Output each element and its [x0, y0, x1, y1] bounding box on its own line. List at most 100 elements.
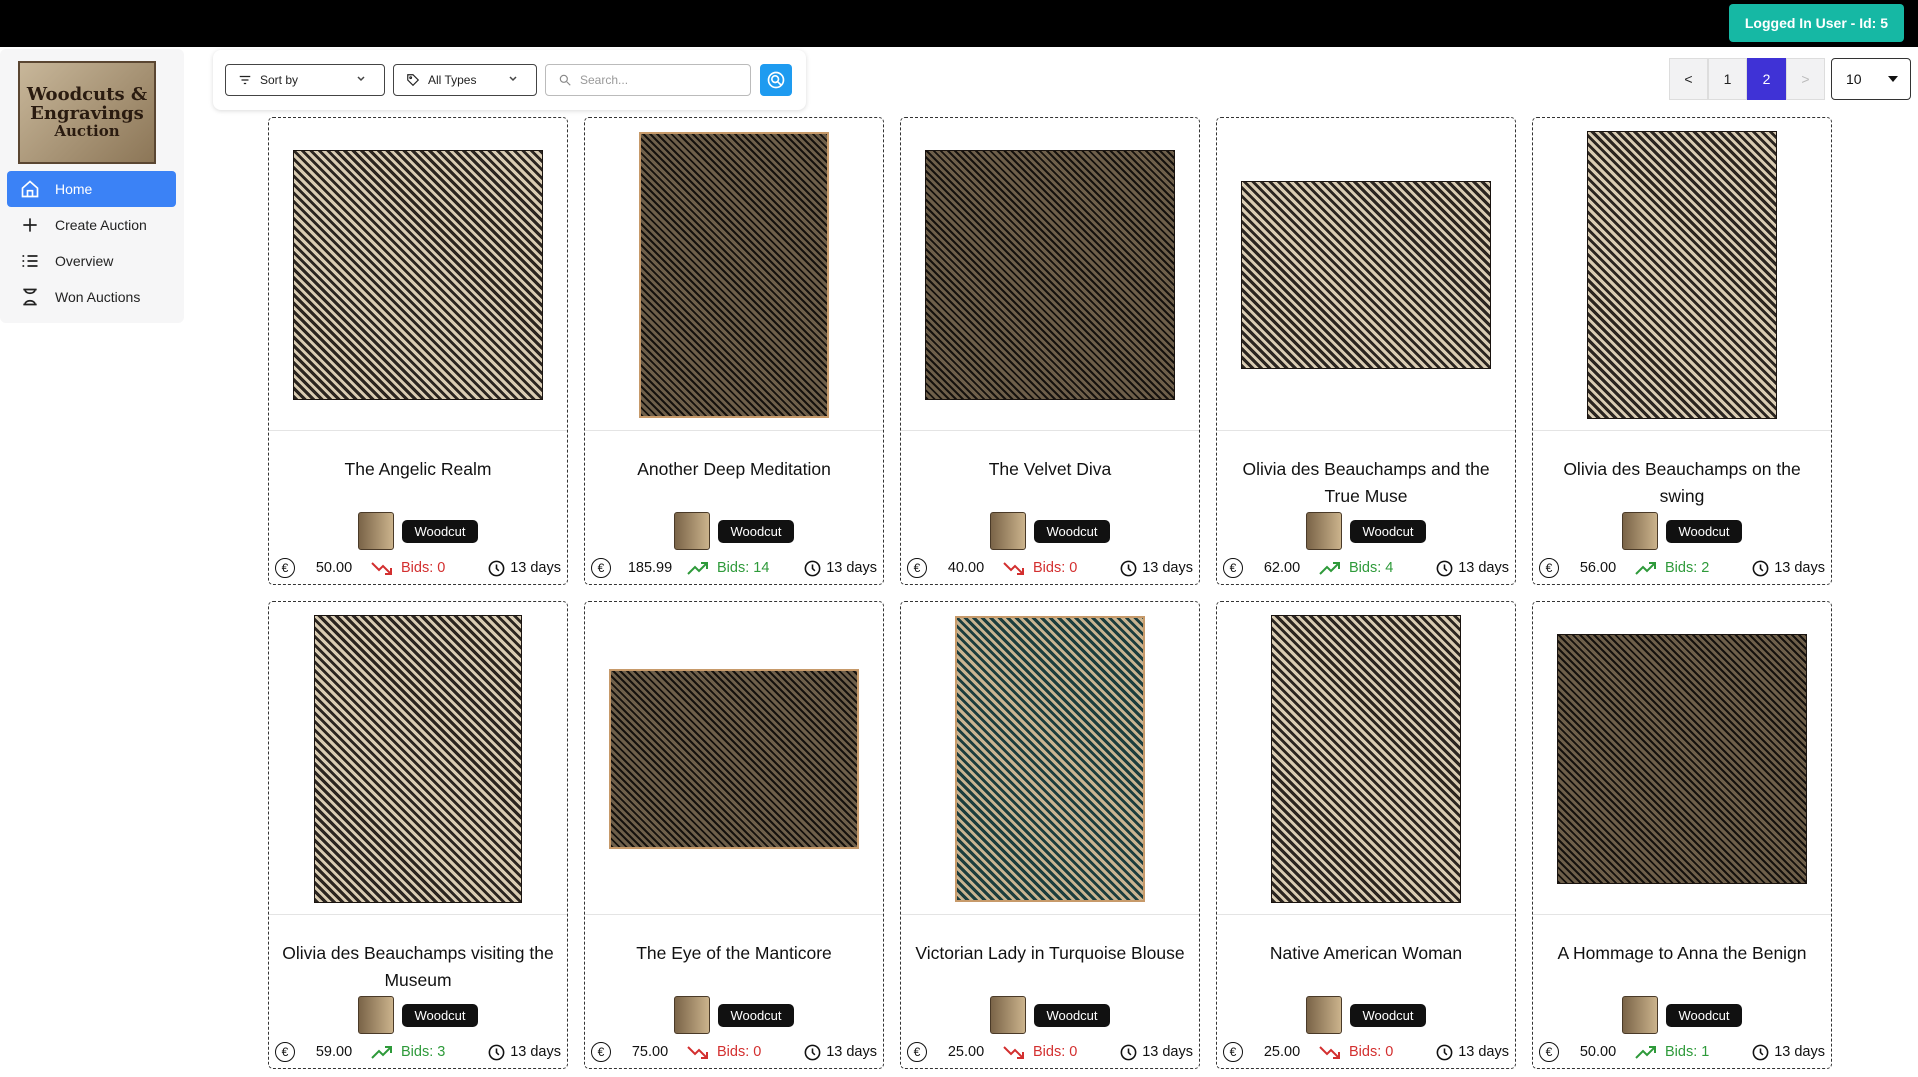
bids-count: Bids: 4 [1349, 560, 1394, 576]
per-page-select[interactable]: 10 [1831, 58, 1911, 100]
auction-card[interactable]: Victorian Lady in Turquoise Blouse Woodc… [900, 601, 1200, 1069]
card-tags: Woodcut [269, 996, 567, 1034]
euro-icon: € [1223, 1042, 1243, 1062]
type-dropdown[interactable]: All Types [393, 64, 537, 96]
time-remaining: 13 days [1458, 1044, 1509, 1060]
auction-card[interactable]: Native American Woman Woodcut € 25.00 Bi… [1216, 601, 1516, 1069]
euro-icon: € [907, 1042, 927, 1062]
search-button[interactable] [760, 64, 792, 96]
price: 40.00 [947, 560, 985, 576]
trend-up-icon [687, 560, 709, 576]
card-divider [1533, 430, 1831, 431]
euro-icon: € [275, 558, 295, 578]
card-image-area [1533, 118, 1831, 431]
price: 59.00 [315, 1044, 353, 1060]
bids-count: Bids: 0 [401, 560, 446, 576]
card-image-area [585, 118, 883, 431]
euro-icon: € [907, 558, 927, 578]
tag-icon [407, 74, 420, 87]
card-title: Native American Woman [1269, 943, 1463, 963]
type-badge: Woodcut [718, 519, 794, 543]
search-input[interactable]: Search... [545, 64, 751, 96]
time-remaining: 13 days [1458, 560, 1509, 576]
price: 75.00 [631, 1044, 669, 1060]
card-title: Victorian Lady in Turquoise Blouse [915, 943, 1185, 963]
page-button-current[interactable]: 2 [1747, 58, 1786, 100]
card-divider [269, 430, 567, 431]
card-image-area [1217, 602, 1515, 915]
type-label: All Types [428, 73, 477, 87]
sort-label: Sort by [260, 73, 299, 87]
card-tags: Woodcut [585, 996, 883, 1034]
logo-line: Auction [54, 121, 120, 140]
sidebar-item-won-auctions[interactable]: Won Auctions [7, 279, 176, 315]
trend-down-icon [1319, 1044, 1341, 1060]
sidebar-item-overview[interactable]: Overview [7, 243, 176, 279]
card-title: Another Deep Meditation [637, 459, 831, 479]
price: 25.00 [1263, 1044, 1301, 1060]
auction-card[interactable]: The Angelic Realm Woodcut € 50.00 Bids: … [268, 117, 568, 585]
card-title: A Hommage to Anna the Benign [1557, 943, 1807, 963]
auction-card[interactable]: The Eye of the Manticore Woodcut € 75.00… [584, 601, 884, 1069]
woodcut-book-icon [1622, 996, 1659, 1034]
next-page-button[interactable]: > [1786, 58, 1825, 100]
artwork-image [1557, 633, 1807, 884]
clock-icon [1435, 559, 1454, 578]
card-image-area [901, 118, 1199, 431]
trophy-icon [19, 286, 41, 308]
page-button[interactable]: 1 [1708, 58, 1747, 100]
type-badge: Woodcut [402, 519, 478, 543]
type-badge: Woodcut [402, 1003, 478, 1027]
artwork-image [1587, 130, 1777, 419]
sidebar-item-label: Create Auction [55, 217, 147, 233]
type-badge: Woodcut [1350, 519, 1426, 543]
time-remaining: 13 days [1774, 560, 1825, 576]
logged-in-user-button[interactable]: Logged In User - Id: 5 [1728, 4, 1904, 42]
card-divider [901, 430, 1199, 431]
card-image-area [269, 118, 567, 431]
card-image-area [585, 602, 883, 915]
artwork-image [314, 614, 522, 903]
auction-card[interactable]: A Hommage to Anna the Benign Woodcut € 5… [1532, 601, 1832, 1069]
card-meta: € 56.00 Bids: 2 13 days [1539, 556, 1825, 580]
prev-page-button[interactable]: < [1669, 58, 1708, 100]
card-title: The Angelic Realm [344, 459, 492, 479]
euro-icon: € [591, 1042, 611, 1062]
sidebar-item-create-auction[interactable]: Create Auction [7, 207, 176, 243]
auction-card[interactable]: Olivia des Beauchamps on the swing Woodc… [1532, 117, 1832, 585]
woodcut-book-icon [358, 512, 395, 550]
filter-lines-icon [239, 75, 251, 85]
card-meta: € 50.00 Bids: 1 13 days [1539, 1040, 1825, 1064]
card-meta: € 25.00 Bids: 0 13 days [907, 1040, 1193, 1064]
bids-count: Bids: 1 [1665, 1044, 1710, 1060]
auction-card[interactable]: Olivia des Beauchamps and the True Muse … [1216, 117, 1516, 585]
auction-card[interactable]: The Velvet Diva Woodcut € 40.00 Bids: 0 … [900, 117, 1200, 585]
sidebar-item-label: Home [55, 181, 93, 197]
woodcut-book-icon [990, 512, 1027, 550]
sidebar-item-home[interactable]: Home [7, 171, 176, 207]
card-tags: Woodcut [901, 996, 1199, 1034]
bids-count: Bids: 0 [1033, 560, 1078, 576]
sort-dropdown[interactable]: Sort by [225, 64, 385, 96]
card-title: Olivia des Beauchamps visiting the Museu… [282, 943, 554, 990]
bids-count: Bids: 0 [717, 1044, 762, 1060]
card-meta: € 75.00 Bids: 0 13 days [591, 1040, 877, 1064]
auction-card[interactable]: Olivia des Beauchamps visiting the Museu… [268, 601, 568, 1069]
card-image-area [901, 602, 1199, 915]
woodcut-book-icon [1306, 996, 1343, 1034]
trend-up-icon [1319, 560, 1341, 576]
logo-line: Engravings [30, 102, 144, 124]
card-image-area [1533, 602, 1831, 915]
chevron-down-icon [509, 76, 517, 82]
filter-bar: Sort by All Types Search... [213, 50, 806, 110]
clock-icon [487, 1043, 506, 1062]
site-logo[interactable]: Woodcuts & Engravings Auction [18, 61, 156, 164]
card-meta: € 50.00 Bids: 0 13 days [275, 556, 561, 580]
card-divider [1533, 914, 1831, 915]
search-icon [767, 71, 785, 89]
card-tags: Woodcut [1533, 996, 1831, 1034]
auction-card[interactable]: Another Deep Meditation Woodcut € 185.99… [584, 117, 884, 585]
card-divider [269, 914, 567, 915]
plus-icon [19, 214, 41, 236]
sidebar-nav: Home Create Auction Overview Won Auction… [7, 171, 176, 315]
